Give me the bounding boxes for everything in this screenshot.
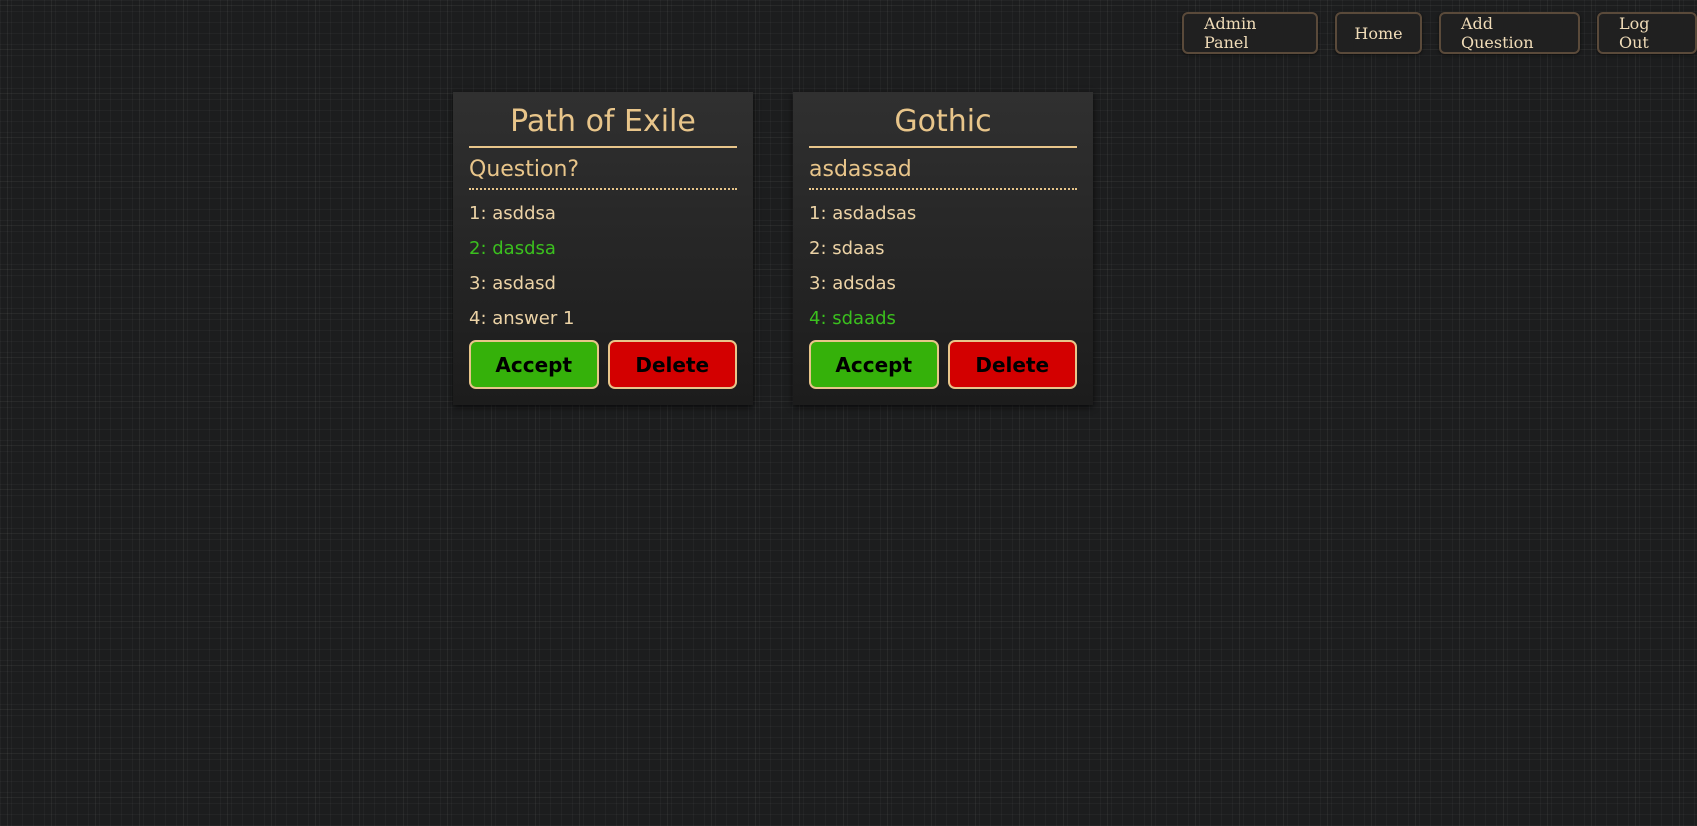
question-card: Gothic asdassad 1: asdadsas 2: sdaas 3: … bbox=[793, 92, 1093, 405]
home-button[interactable]: Home bbox=[1335, 12, 1422, 54]
delete-button[interactable]: Delete bbox=[947, 340, 1077, 389]
log-out-button[interactable]: Log Out bbox=[1597, 12, 1697, 54]
card-title: Path of Exile bbox=[469, 102, 737, 148]
delete-button[interactable]: Delete bbox=[607, 340, 737, 389]
answer-item: 1: asddsa bbox=[469, 203, 556, 224]
card-title: Gothic bbox=[809, 102, 1077, 148]
answer-item: 4: answer 1 bbox=[469, 308, 575, 329]
card-actions: Accept Delete bbox=[809, 340, 1077, 389]
answer-item: 3: adsdas bbox=[809, 273, 896, 294]
answer-item: 2: sdaas bbox=[809, 238, 885, 259]
add-question-button[interactable]: Add Question bbox=[1439, 12, 1580, 54]
answer-item-correct: 2: dasdsa bbox=[469, 238, 556, 259]
question-text: asdassad bbox=[809, 156, 1077, 190]
question-text: Question? bbox=[469, 156, 737, 190]
answer-item: 1: asdadsas bbox=[809, 203, 917, 224]
answer-list: 1: asddsa 2: dasdsa 3: asdasd 4: answer … bbox=[469, 196, 737, 336]
top-nav: Admin Panel Home Add Question Log Out bbox=[1182, 12, 1697, 54]
card-actions: Accept Delete bbox=[469, 340, 737, 389]
answer-item-correct: 4: sdaads bbox=[809, 308, 896, 329]
accept-button[interactable]: Accept bbox=[809, 340, 939, 389]
question-card: Path of Exile Question? 1: asddsa 2: das… bbox=[453, 92, 753, 405]
answer-item: 3: asdasd bbox=[469, 273, 556, 294]
accept-button[interactable]: Accept bbox=[469, 340, 599, 389]
answer-list: 1: asdadsas 2: sdaas 3: adsdas 4: sdaads bbox=[809, 196, 1077, 336]
admin-panel-button[interactable]: Admin Panel bbox=[1182, 12, 1318, 54]
